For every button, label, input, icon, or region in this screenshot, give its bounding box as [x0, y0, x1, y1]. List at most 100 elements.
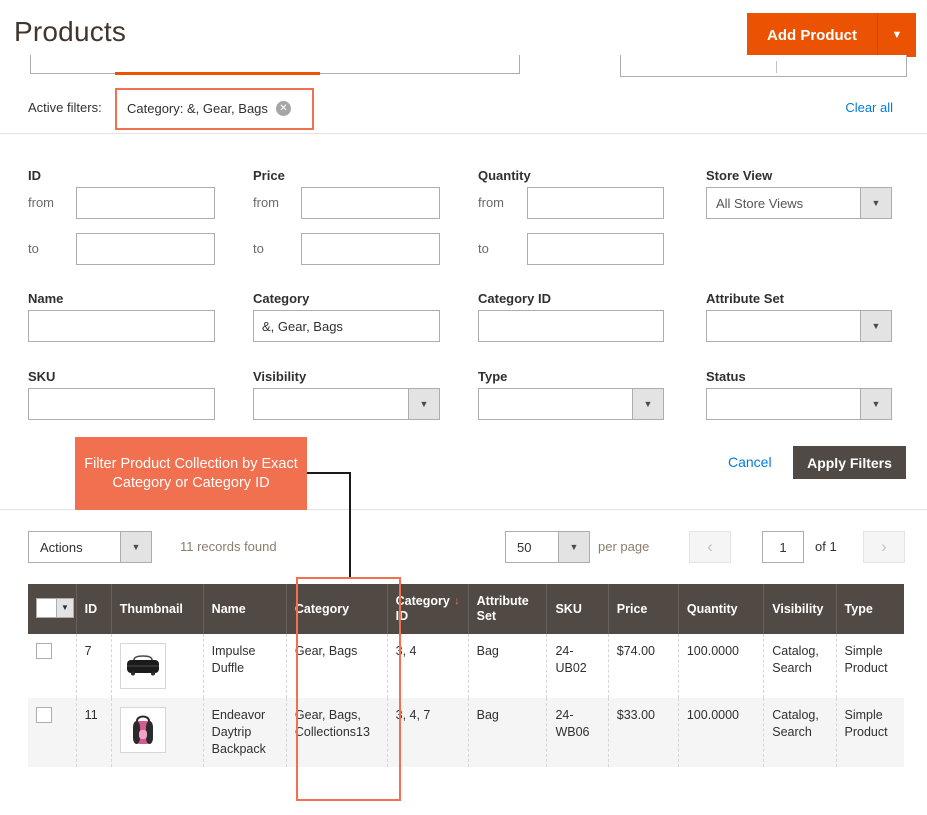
cell-category-id[interactable]: 3, 4, 7 [387, 698, 469, 767]
products-table: ▼ ID Thumbnail Name Category ↓ Category … [28, 584, 904, 767]
column-header-quantity[interactable]: Quantity [678, 584, 765, 634]
checkbox-icon[interactable] [36, 643, 52, 659]
chevron-down-icon[interactable]: ▼ [120, 532, 151, 562]
row-select-cell[interactable] [28, 634, 77, 698]
cell-type: Simple Product [844, 644, 888, 675]
chevron-down-icon[interactable]: ▼ [408, 389, 439, 419]
column-header-category[interactable]: Category [286, 584, 388, 634]
filter-type-select[interactable]: ▼ [478, 388, 664, 420]
filter-label-name: Name [28, 291, 64, 306]
checkbox-icon[interactable] [37, 598, 56, 617]
checkbox-icon[interactable] [36, 707, 52, 723]
cell-name: Impulse Duffle [203, 634, 287, 698]
close-icon[interactable]: ✕ [275, 101, 291, 116]
filter-category-id-input[interactable] [478, 310, 664, 342]
column-header-attribute-set[interactable]: Attribute Set [468, 584, 548, 634]
filter-id-from-input[interactable] [76, 187, 215, 219]
column-header-type[interactable]: Type [836, 584, 904, 634]
filter-label-status: Status [706, 369, 746, 384]
actions-select-value: Actions [40, 539, 83, 555]
filter-label-price: Price [253, 168, 285, 183]
cell-attribute-set: Bag [468, 698, 548, 767]
per-page-select[interactable]: 50 ▼ [505, 531, 590, 563]
filter-label-quantity: Quantity [478, 168, 531, 183]
cell-id: 7 [76, 634, 112, 698]
apply-filters-button[interactable]: Apply Filters [793, 446, 906, 479]
filter-attribute-set-select[interactable]: ▼ [706, 310, 892, 342]
column-header-category-id[interactable]: ↓ Category ID [387, 584, 469, 634]
filter-price-from-label: from [253, 195, 279, 210]
cell-sku: 24-WB06 [546, 698, 609, 767]
cell-attribute-set: Bag [468, 634, 548, 698]
arrow-down-icon: ↓ [454, 595, 460, 607]
filter-sku-input[interactable] [28, 388, 215, 420]
cell-quantity: 100.0000 [678, 634, 765, 698]
column-header-thumbnail[interactable]: Thumbnail [111, 584, 204, 634]
cell-type: Simple Product [836, 698, 904, 767]
filter-category-input[interactable] [253, 310, 440, 342]
cell-category-id[interactable]: 3, 4 [387, 634, 469, 698]
cell-thumbnail[interactable] [111, 634, 204, 698]
cell-quantity: 100.0000 [678, 698, 765, 767]
filter-qty-to-input[interactable] [527, 233, 664, 265]
chevron-left-icon[interactable]: ‹ [689, 531, 731, 563]
active-filter-chip-label: Category: &, Gear, Bags [127, 101, 268, 116]
page-number-input[interactable] [762, 531, 804, 563]
filter-name-input[interactable] [28, 310, 215, 342]
filter-qty-to-label: to [478, 241, 489, 256]
filter-qty-from-input[interactable] [527, 187, 664, 219]
filter-price-to-input[interactable] [301, 233, 440, 265]
filter-store-view-select[interactable]: All Store Views ▼ [706, 187, 892, 219]
filter-price-to-label: to [253, 241, 264, 256]
table-row[interactable]: 11 Endeavor Daytrip Backpack Gear, Bags,… [28, 698, 904, 767]
column-header-price[interactable]: Price [608, 584, 679, 634]
chevron-down-icon[interactable]: ▼ [632, 389, 663, 419]
total-pages-label: of 1 [815, 539, 837, 554]
actions-select[interactable]: Actions ▼ [28, 531, 152, 563]
column-header-select-all[interactable]: ▼ [28, 584, 77, 634]
chevron-down-icon[interactable]: ▼ [878, 13, 916, 57]
filter-label-store-view: Store View [706, 168, 773, 183]
cell-category[interactable]: Gear, Bags, Collections13 [286, 698, 388, 767]
chevron-down-icon[interactable]: ▼ [56, 598, 73, 617]
chevron-right-icon[interactable]: › [863, 531, 905, 563]
search-underline-accent [115, 72, 320, 75]
table-header-row: ▼ ID Thumbnail Name Category ↓ Category … [28, 584, 904, 634]
column-header-name[interactable]: Name [203, 584, 287, 634]
chevron-down-icon[interactable]: ▼ [860, 311, 891, 341]
filter-label-category: Category [253, 291, 310, 306]
filter-status-select[interactable]: ▼ [706, 388, 892, 420]
annotation-callout: Filter Product Collection by Exact Categ… [75, 437, 307, 510]
row-select-cell[interactable] [28, 698, 77, 767]
cell-visibility: Catalog, Search [763, 698, 837, 767]
filter-price-from-input[interactable] [301, 187, 440, 219]
filter-id-to-input[interactable] [76, 233, 215, 265]
filter-store-view-value: All Store Views [716, 195, 804, 211]
column-header-sku[interactable]: SKU [546, 584, 609, 634]
cancel-filters-link[interactable]: Cancel [728, 454, 772, 470]
chevron-down-icon[interactable]: ▼ [558, 532, 589, 562]
cell-name: Endeavor Daytrip Backpack [203, 698, 287, 767]
cell-thumbnail[interactable] [111, 698, 204, 767]
select-all-dropdown[interactable]: ▼ [36, 597, 74, 618]
column-header-id[interactable]: ID [76, 584, 112, 634]
cell-price: $33.00 [608, 698, 679, 767]
filter-label-attribute-set: Attribute Set [706, 291, 784, 306]
add-product-button[interactable]: Add Product [747, 13, 878, 57]
active-filters-label: Active filters: [28, 100, 102, 115]
column-header-visibility[interactable]: Visibility [763, 584, 837, 634]
active-filter-chip-highlight: Category: &, Gear, Bags ✕ [115, 88, 314, 130]
active-filter-chip[interactable]: Category: &, Gear, Bags ✕ [127, 101, 291, 116]
clear-all-link[interactable]: Clear all [845, 100, 893, 115]
view-bookmarks-select-partial[interactable] [620, 55, 907, 77]
cell-price: $74.00 [608, 634, 679, 698]
filter-label-type: Type [478, 369, 508, 384]
table-row[interactable]: 7 Impulse Duffle Gear, Bags 3, 4 Bag 24-… [28, 634, 904, 698]
cell-category[interactable]: Gear, Bags [286, 634, 388, 698]
filter-label-sku: SKU [28, 369, 56, 384]
chevron-down-icon[interactable]: ▼ [860, 188, 891, 218]
chevron-down-icon[interactable]: ▼ [860, 389, 891, 419]
duffle-bag-thumbnail [119, 643, 166, 689]
records-found-label: 11 records found [180, 539, 277, 554]
filter-visibility-select[interactable]: ▼ [253, 388, 440, 420]
